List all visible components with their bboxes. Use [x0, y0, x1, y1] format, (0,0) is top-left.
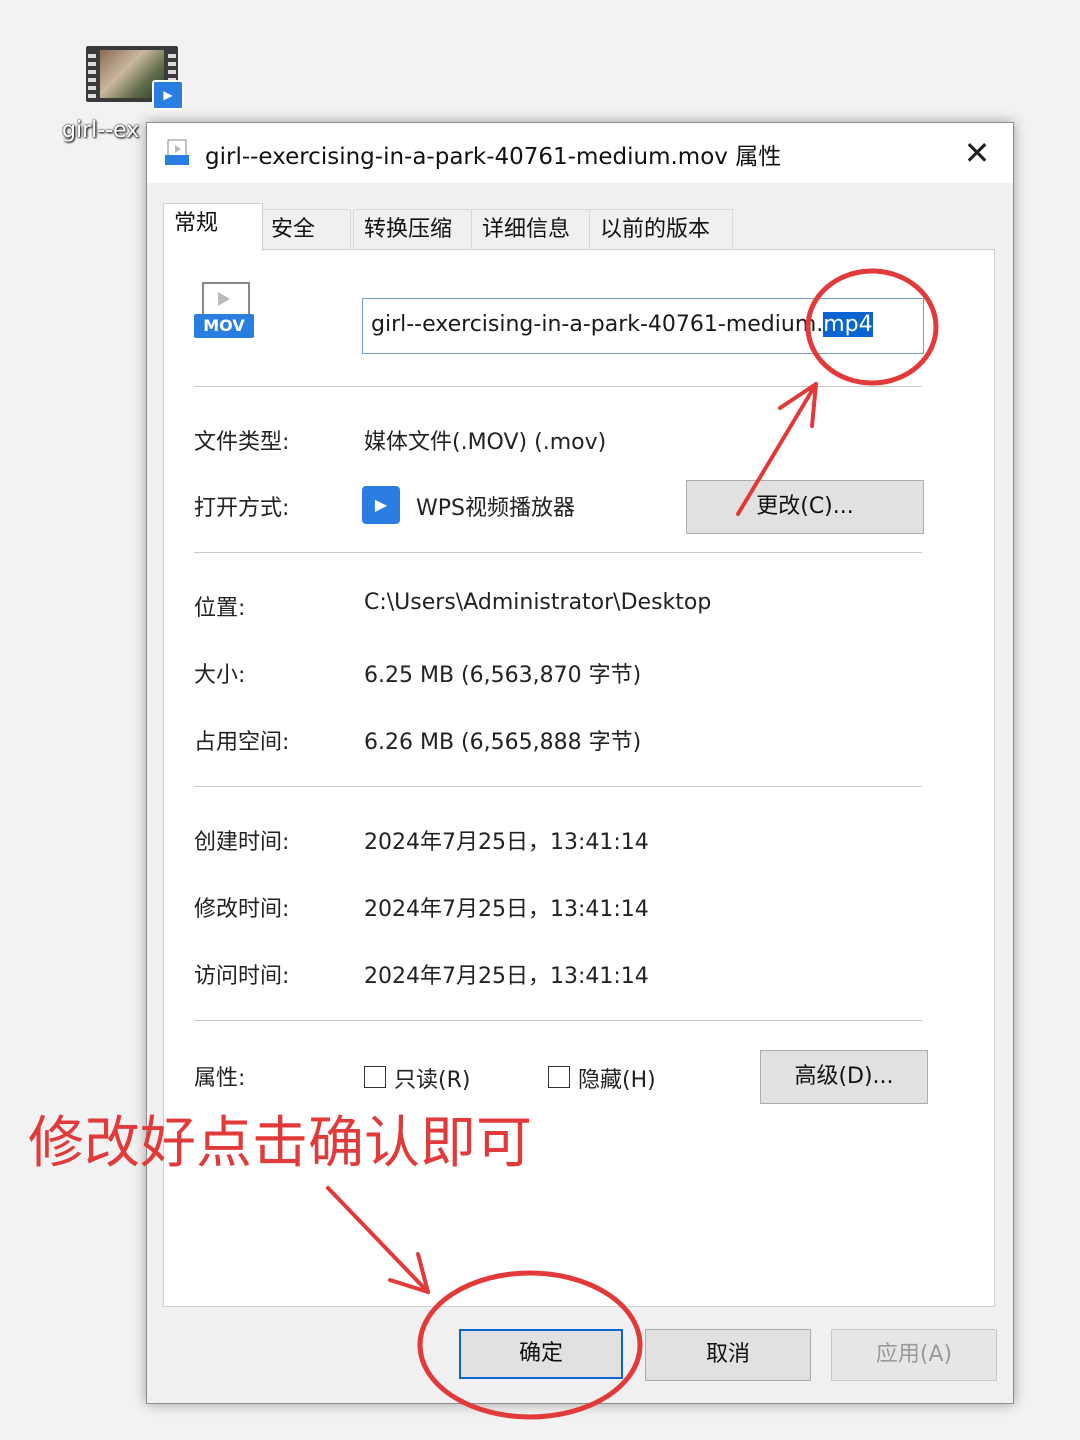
tab-convert[interactable]: 转换压缩 [353, 209, 473, 250]
filename-base: girl--exercising-in-a-park-40761-medium. [371, 312, 824, 337]
tab-details[interactable]: 详细信息 [471, 209, 591, 250]
size-value: 6.25 MB (6,563,870 字节) [364, 663, 642, 688]
titlebar: girl--exercising-in-a-park-40761-medium.… [147, 123, 1013, 183]
type-value: 媒体文件(.MOV) (.mov) [364, 430, 607, 455]
file-type-icon: MOV [194, 282, 256, 344]
created-label: 创建时间: [194, 830, 290, 855]
readonly-checkbox[interactable] [364, 1066, 386, 1088]
size-label: 大小: [194, 663, 246, 688]
tab-previous-versions[interactable]: 以前的版本 [589, 209, 733, 250]
hidden-checkbox[interactable] [548, 1066, 570, 1088]
created-value: 2024年7月25日，13:41:14 [364, 830, 649, 855]
divider [194, 1020, 922, 1021]
accessed-value: 2024年7月25日，13:41:14 [364, 964, 649, 989]
dialog-title: girl--exercising-in-a-park-40761-medium.… [205, 144, 782, 170]
apply-button[interactable]: 应用(A) [831, 1329, 997, 1381]
mov-file-icon [165, 139, 189, 165]
tab-general[interactable]: 常规 [163, 203, 263, 251]
close-icon[interactable]: ✕ [957, 133, 997, 173]
modified-label: 修改时间: [194, 897, 290, 922]
divider [194, 786, 922, 787]
desktop-file-icon[interactable]: ▶ [86, 46, 184, 110]
file-type-tag: MOV [194, 314, 254, 338]
advanced-button[interactable]: 高级(D)... [760, 1050, 928, 1104]
location-value: C:\Users\Administrator\Desktop [364, 590, 712, 615]
divider [194, 386, 922, 387]
modified-value: 2024年7月25日，13:41:14 [364, 897, 649, 922]
annotation-text: 修改好点击确认即可 [28, 1111, 532, 1176]
disk-size-value: 6.26 MB (6,565,888 字节) [364, 730, 642, 755]
open-with-label: 打开方式: [194, 496, 290, 521]
wps-player-icon: ▶ [362, 486, 400, 524]
type-label: 文件类型: [194, 430, 290, 455]
accessed-label: 访问时间: [194, 964, 290, 989]
filename-extension-selected: mp4 [823, 312, 873, 337]
divider [194, 552, 922, 553]
attributes-label: 属性: [194, 1066, 246, 1091]
open-with-value: WPS视频播放器 [416, 496, 575, 521]
change-button[interactable]: 更改(C)... [686, 480, 924, 534]
readonly-label: 只读(R) [394, 1068, 471, 1093]
wps-player-badge-icon: ▶ [152, 80, 184, 110]
location-label: 位置: [194, 596, 246, 621]
tab-security[interactable]: 安全 [260, 209, 351, 250]
properties-dialog: girl--exercising-in-a-park-40761-medium.… [146, 122, 1014, 1404]
desktop-file-label[interactable]: girl--ex [62, 118, 139, 143]
hidden-label: 隐藏(H) [578, 1068, 656, 1093]
cancel-button[interactable]: 取消 [645, 1329, 811, 1381]
filename-input[interactable]: girl--exercising-in-a-park-40761-medium.… [362, 298, 924, 354]
disk-size-label: 占用空间: [194, 730, 290, 755]
ok-button[interactable]: 确定 [459, 1329, 623, 1379]
